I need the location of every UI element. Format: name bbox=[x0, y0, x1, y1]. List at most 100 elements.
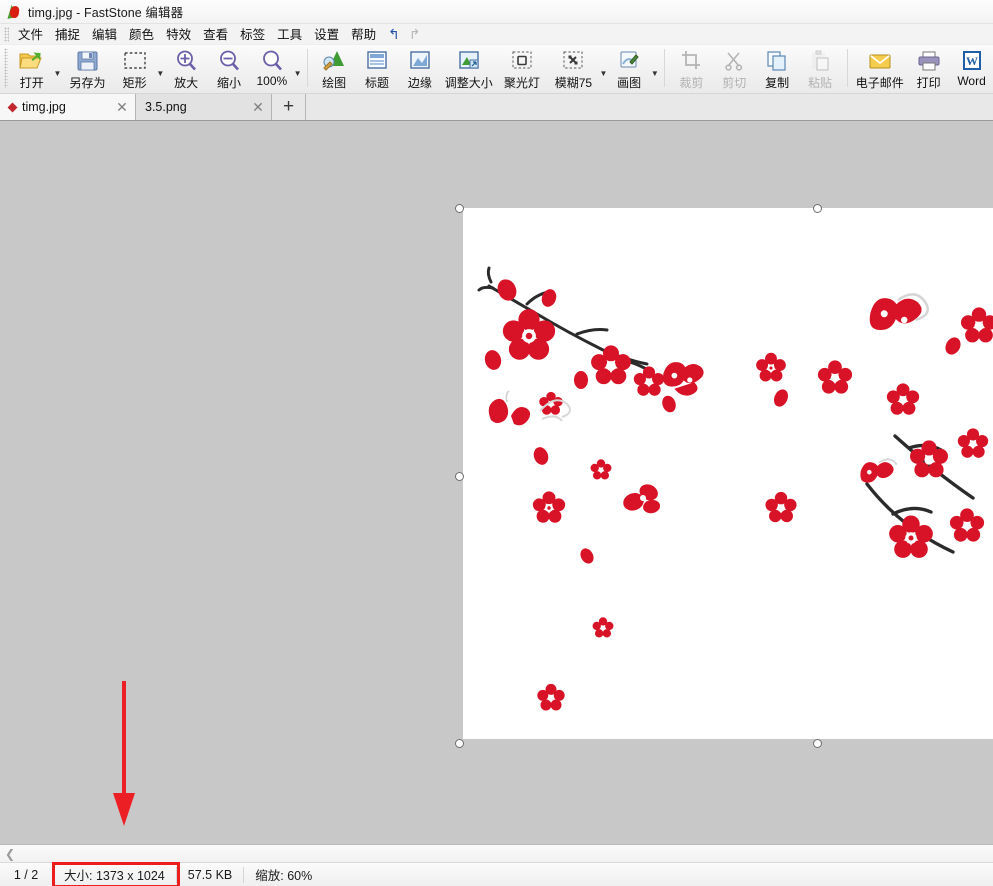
new-tab-button[interactable]: + bbox=[272, 94, 306, 120]
menu-capture[interactable]: 捕捉 bbox=[49, 22, 86, 46]
rectangle-dropdown-caret-icon[interactable]: ▼ bbox=[156, 45, 165, 92]
toolbar-blur-label: 模糊75 bbox=[554, 76, 593, 90]
toolbar-save-as-label: 另存为 bbox=[69, 76, 106, 90]
toolbar-copy-button[interactable]: 复制 bbox=[756, 45, 799, 92]
status-bar: 1 / 2 大小: 1373 x 1024 57.5 KB 缩放: 60% bbox=[0, 862, 993, 886]
selection-handle-bottom-left[interactable] bbox=[455, 739, 464, 748]
toolbar-edge-label: 边缘 bbox=[407, 76, 432, 90]
toolbar-paste-button[interactable]: 粘贴 bbox=[799, 45, 842, 92]
toolbar-separator-2 bbox=[664, 49, 665, 87]
toolbar-paste-label: 粘贴 bbox=[808, 76, 833, 90]
zoom-actual-icon bbox=[260, 48, 284, 73]
toolbar-resize-label: 调整大小 bbox=[444, 76, 493, 90]
undo-arrow-icon[interactable]: ↰ bbox=[388, 27, 400, 41]
paint-icon bbox=[618, 48, 640, 73]
main-toolbar: 打开 ▼ 另存为 矩形 ▼ 放大 缩小 100% ▼ 绘图 标题 边缘 调整大小… bbox=[0, 45, 993, 94]
email-envelope-icon bbox=[868, 48, 892, 73]
modified-indicator-icon bbox=[7, 102, 18, 112]
toolbar-separator-1 bbox=[306, 49, 308, 87]
selection-handle-bottom-center[interactable] bbox=[813, 739, 822, 748]
selection-handle-top-center[interactable] bbox=[813, 204, 822, 213]
open-folder-icon bbox=[19, 48, 44, 73]
toolbar-cut-button[interactable]: 剪切 bbox=[713, 45, 756, 92]
menu-bar: 文件 捕捉 编辑 颜色 特效 查看 标签 工具 设置 帮助 ↰ ↱ bbox=[0, 24, 993, 45]
open-dropdown-caret-icon[interactable]: ▼ bbox=[53, 45, 62, 92]
rectangle-select-icon bbox=[123, 48, 147, 73]
toolbar-crop-button[interactable]: 裁剪 bbox=[670, 45, 713, 92]
toolbar-email-button[interactable]: 电子邮件 bbox=[852, 45, 907, 92]
menu-tags[interactable]: 标签 bbox=[234, 22, 271, 46]
toolbar-rectangle-label: 矩形 bbox=[122, 76, 147, 90]
selection-handle-top-left[interactable] bbox=[455, 204, 464, 213]
arrow-head bbox=[113, 793, 135, 826]
faststone-logo-icon bbox=[4, 3, 22, 20]
tab-timg-jpg[interactable]: timg.jpg ✕ bbox=[0, 94, 136, 120]
toolbar-draw-button[interactable]: 绘图 bbox=[313, 45, 356, 92]
menu-help[interactable]: 帮助 bbox=[345, 22, 382, 46]
toolbar-blur-button[interactable]: 模糊75 bbox=[548, 45, 599, 92]
toolbar-zoom-in-button[interactable]: 放大 bbox=[165, 45, 208, 92]
toolbar-edge-button[interactable]: 边缘 bbox=[398, 45, 441, 92]
toolbar-copy-label: 复制 bbox=[765, 76, 790, 90]
blur-icon bbox=[562, 48, 584, 73]
tab-label: timg.jpg bbox=[22, 100, 66, 114]
toolbar-resize-button[interactable]: 调整大小 bbox=[441, 45, 496, 92]
zoom-dropdown-caret-icon[interactable]: ▼ bbox=[293, 45, 302, 92]
toolbar-zoom-actual-button[interactable]: 100% bbox=[250, 45, 293, 92]
redo-arrow-icon[interactable]: ↱ bbox=[409, 27, 421, 41]
filmstrip-nav-bar: ❮ bbox=[0, 844, 993, 862]
menu-settings[interactable]: 设置 bbox=[308, 22, 345, 46]
printer-icon bbox=[917, 48, 941, 73]
toolbar-paint-button[interactable]: 画图 bbox=[608, 45, 651, 92]
caption-icon bbox=[366, 48, 388, 73]
toolbar-zoom-out-button[interactable]: 缩小 bbox=[208, 45, 251, 92]
toolbar-rectangle-button[interactable]: 矩形 bbox=[113, 45, 156, 92]
menu-color[interactable]: 颜色 bbox=[123, 22, 160, 46]
toolbar-open-label: 打开 bbox=[19, 76, 44, 90]
toolbar-save-as-button[interactable]: 另存为 bbox=[62, 45, 113, 92]
blur-dropdown-caret-icon[interactable]: ▼ bbox=[599, 45, 608, 92]
toolbar-print-label: 打印 bbox=[916, 76, 941, 90]
menu-grip-icon bbox=[4, 26, 9, 42]
toolbar-caption-button[interactable]: 标题 bbox=[356, 45, 399, 92]
zoom-out-icon bbox=[217, 48, 241, 73]
menu-file[interactable]: 文件 bbox=[12, 22, 49, 46]
image-canvas[interactable] bbox=[463, 208, 993, 739]
toolbar-word-button[interactable]: W Word bbox=[950, 45, 993, 92]
plum-blossom-artwork bbox=[463, 208, 993, 739]
toolbar-spotlight-label: 聚光灯 bbox=[503, 76, 540, 90]
toolbar-email-label: 电子邮件 bbox=[855, 76, 904, 90]
paint-dropdown-caret-icon[interactable]: ▼ bbox=[651, 45, 660, 92]
title-bar: timg.jpg - FastStone 编辑器 bbox=[0, 0, 993, 24]
toolbar-zoom-actual-label: 100% bbox=[256, 74, 288, 88]
save-as-icon bbox=[76, 48, 99, 73]
image-workspace[interactable] bbox=[0, 121, 993, 844]
tab-3-5-png[interactable]: 3.5.png ✕ bbox=[136, 94, 272, 120]
tab-close-icon[interactable]: ✕ bbox=[251, 99, 265, 116]
image-dimensions: 大小: 1373 x 1024 bbox=[64, 869, 165, 883]
toolbar-zoom-in-label: 放大 bbox=[174, 76, 199, 90]
tab-close-icon[interactable]: ✕ bbox=[115, 99, 129, 116]
chevron-left-icon[interactable]: ❮ bbox=[0, 847, 20, 861]
toolbar-crop-label: 裁剪 bbox=[679, 76, 704, 90]
spotlight-icon bbox=[511, 48, 533, 73]
document-tab-bar: timg.jpg ✕ 3.5.png ✕ + bbox=[0, 94, 993, 121]
edge-effect-icon bbox=[409, 48, 431, 73]
menu-tools[interactable]: 工具 bbox=[271, 22, 308, 46]
menu-view[interactable]: 查看 bbox=[197, 22, 234, 46]
selection-handle-middle-left[interactable] bbox=[455, 472, 464, 481]
toolbar-word-label: Word bbox=[957, 74, 986, 88]
faststone-editor-window: timg.jpg - FastStone 编辑器 文件 捕捉 编辑 颜色 特效 … bbox=[0, 0, 993, 886]
file-size: 57.5 KB bbox=[187, 867, 233, 882]
crop-icon bbox=[680, 48, 702, 73]
zoom-level: 缩放: 60% bbox=[255, 869, 313, 883]
menu-edit[interactable]: 编辑 bbox=[86, 22, 123, 46]
toolbar-separator-3 bbox=[846, 49, 848, 87]
zoom-in-icon bbox=[174, 48, 198, 73]
copy-icon bbox=[766, 48, 788, 73]
toolbar-print-button[interactable]: 打印 bbox=[907, 45, 950, 92]
menu-effects[interactable]: 特效 bbox=[160, 22, 197, 46]
scissors-icon bbox=[723, 48, 745, 73]
toolbar-open-button[interactable]: 打开 bbox=[10, 45, 53, 92]
toolbar-spotlight-button[interactable]: 聚光灯 bbox=[496, 45, 547, 92]
